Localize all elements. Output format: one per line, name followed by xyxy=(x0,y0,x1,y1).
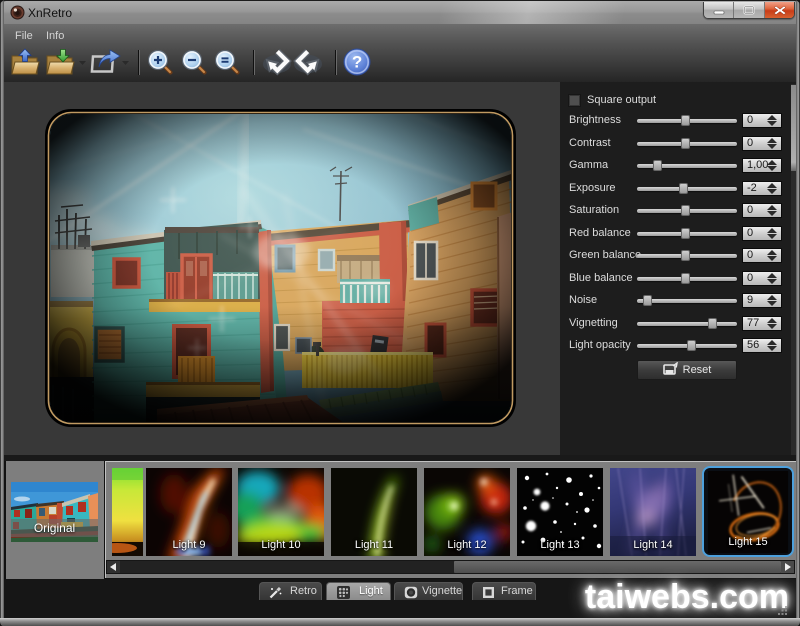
svg-text:?: ? xyxy=(352,53,362,72)
